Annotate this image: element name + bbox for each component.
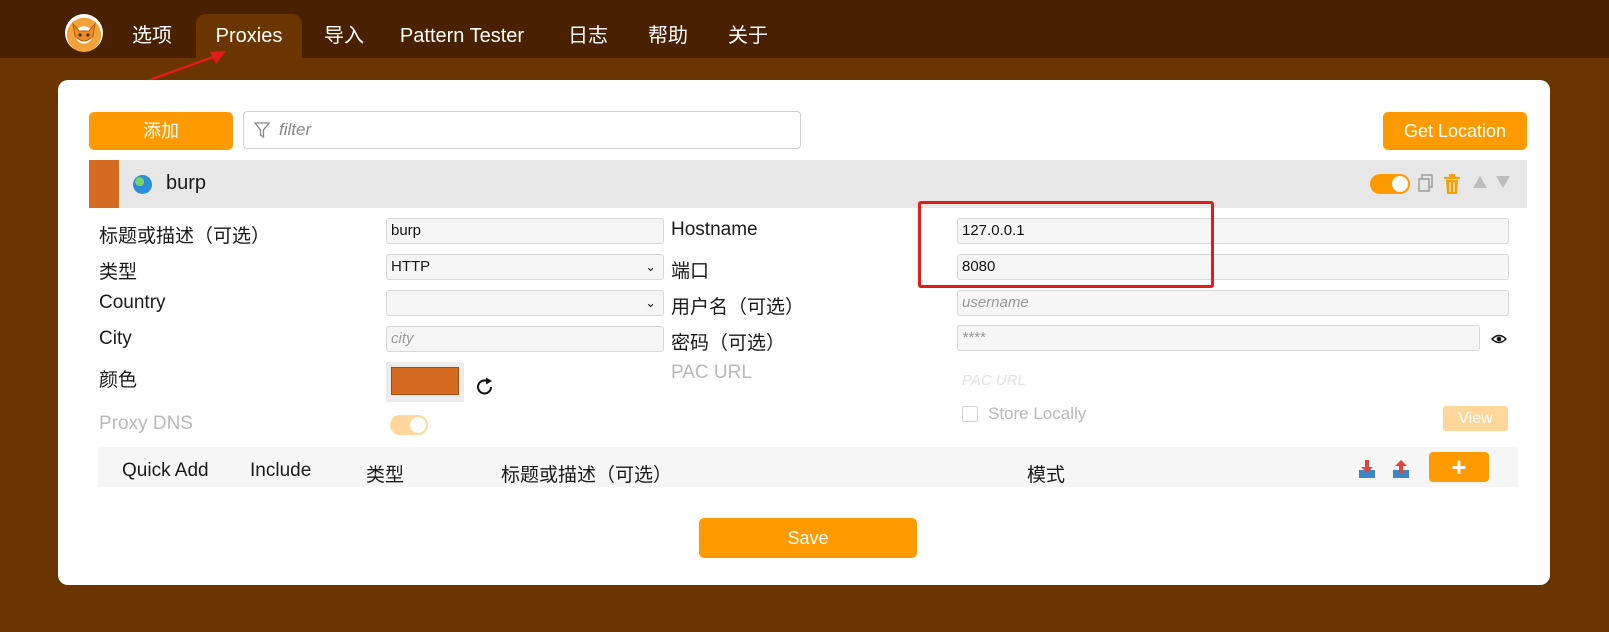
username-label: 用户名（可选）	[671, 297, 805, 318]
chevron-down-icon: ⌄	[645, 259, 656, 274]
proxy-dns-toggle[interactable]	[390, 415, 428, 435]
password-input[interactable]: ****	[957, 325, 1480, 351]
export-patterns-icon[interactable]	[1392, 459, 1410, 479]
type-label: 类型	[99, 262, 138, 283]
col-quick-add: Quick Add	[122, 460, 209, 481]
view-button[interactable]: View	[1443, 406, 1508, 431]
store-locally-checkbox[interactable]	[962, 406, 978, 422]
username-input[interactable]: username	[957, 290, 1509, 316]
filter-icon	[254, 122, 270, 139]
city-input[interactable]: city	[386, 326, 664, 352]
country-select[interactable]: ⌄	[386, 290, 664, 316]
tab-pattern-tester[interactable]: Pattern Tester	[392, 14, 532, 58]
color-swatch	[391, 367, 459, 395]
pac-url-label: PAC URL	[671, 362, 752, 383]
chevron-down-icon: ⌄	[645, 295, 656, 310]
proxy-header[interactable]	[89, 160, 1527, 208]
delete-icon[interactable]	[1443, 174, 1461, 194]
filter-input[interactable]: filter	[243, 111, 801, 149]
globe-icon	[133, 175, 152, 194]
filter-placeholder: filter	[279, 120, 312, 139]
title-label: 标题或描述（可选）	[99, 226, 271, 247]
refresh-icon[interactable]	[474, 376, 496, 398]
type-select[interactable]: HTTP ⌄	[386, 254, 664, 280]
show-password-eye-icon[interactable]	[1491, 333, 1507, 345]
proxy-enabled-toggle[interactable]	[1370, 174, 1410, 194]
type-select-value: HTTP	[391, 258, 431, 275]
title-input[interactable]: burp	[386, 218, 664, 244]
port-label: 端口	[671, 261, 710, 282]
add-button[interactable]: 添加	[89, 112, 233, 150]
proxy-title: burp	[166, 172, 207, 194]
add-pattern-button[interactable]: +	[1429, 452, 1489, 482]
pac-url-input[interactable]: PAC URL	[962, 372, 1026, 389]
get-location-button[interactable]: Get Location	[1383, 112, 1527, 150]
proxy-color-strip	[89, 160, 119, 208]
proxy-dns-label: Proxy DNS	[99, 413, 193, 434]
color-picker[interactable]	[386, 362, 464, 402]
annotation-highlight-box	[918, 201, 1214, 288]
city-label: City	[99, 328, 132, 349]
tab-log[interactable]: 日志	[556, 14, 620, 58]
col-type: 类型	[366, 465, 405, 486]
color-label: 颜色	[99, 370, 138, 391]
password-label: 密码（可选）	[671, 333, 786, 354]
country-label: Country	[99, 292, 166, 313]
move-up-icon[interactable]	[1472, 174, 1488, 190]
col-include: Include	[250, 460, 312, 481]
duplicate-icon[interactable]	[1418, 174, 1434, 192]
import-patterns-icon[interactable]	[1358, 459, 1376, 479]
col-title: 标题或描述（可选）	[501, 465, 673, 486]
tab-help[interactable]: 帮助	[636, 14, 700, 58]
store-locally-label: Store Locally	[988, 404, 1087, 423]
col-pattern: 模式	[1027, 465, 1066, 486]
tab-import[interactable]: 导入	[312, 14, 376, 58]
foxyproxy-logo-icon	[65, 14, 103, 52]
move-down-icon[interactable]	[1495, 174, 1511, 190]
save-button[interactable]: Save	[699, 518, 917, 558]
tab-about[interactable]: 关于	[716, 14, 780, 58]
hostname-label: Hostname	[671, 219, 758, 240]
